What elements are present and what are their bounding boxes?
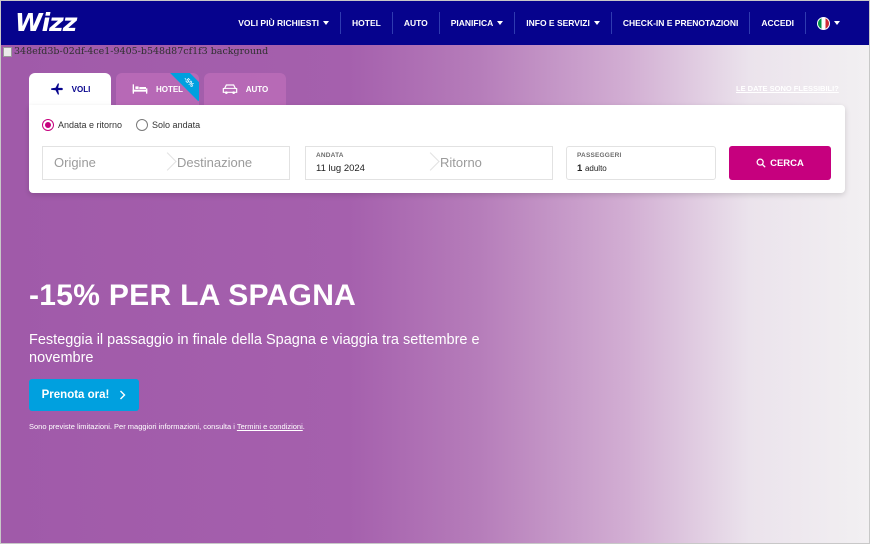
date-fields: ANDATA 11 lug 2024 Ritorno <box>305 146 553 180</box>
destination-input[interactable]: Destinazione <box>177 155 252 170</box>
search-tabs: VOLI HOTEL -5% AUTO <box>29 73 286 105</box>
tab-label: AUTO <box>245 84 269 94</box>
nav-menu: VOLI PIÙ RICHIESTI HOTEL AUTO PIANIFICA … <box>227 1 869 45</box>
return-date-input[interactable]: Ritorno <box>440 155 482 170</box>
tab-label: HOTEL <box>155 84 184 94</box>
departure-label: ANDATA <box>316 152 344 159</box>
search-button-label: CERCA <box>770 157 804 169</box>
nav-item-label: HOTEL <box>352 18 381 28</box>
disclaimer-text: Sono previste limitazioni. Per maggiori … <box>29 422 237 431</box>
radio-empty-icon <box>136 119 149 131</box>
language-selector[interactable] <box>805 12 851 34</box>
nav-item-hotel[interactable]: HOTEL <box>340 12 392 34</box>
chevron-down-icon <box>593 21 600 25</box>
tab-hotel[interactable]: HOTEL -5% <box>116 73 199 105</box>
chevron-down-icon <box>497 21 504 25</box>
passengers-label: PASSEGGERI <box>577 152 622 159</box>
promo-disclaimer: Sono previste limitazioni. Per maggiori … <box>29 422 305 431</box>
browser-viewport: Wizz VOLI PIÙ RICHIESTI HOTEL AUTO PIANI… <box>0 0 870 544</box>
trip-type-selector: Andata e ritorno Solo andata <box>42 119 200 131</box>
promo-subtitle: Festeggia il passaggio in finale della S… <box>29 332 480 366</box>
origin-input[interactable]: Origine <box>54 155 96 170</box>
nav-item-accedi[interactable]: ACCEDI <box>749 12 805 34</box>
tab-voli[interactable]: VOLI <box>29 73 111 105</box>
nav-item-auto[interactable]: AUTO <box>391 12 439 34</box>
passengers-count: 1 <box>577 163 583 174</box>
passengers-unit: adulto <box>584 164 607 173</box>
chevron-down-icon <box>834 21 840 25</box>
radio-round-trip[interactable]: Andata e ritorno <box>42 119 122 131</box>
nav-item-pianifica[interactable]: PIANIFICA <box>438 12 515 34</box>
nav-item-info-e-servizi[interactable]: INFO E SERVIZI <box>514 12 611 34</box>
chevron-right-icon <box>161 147 171 181</box>
chevron-down-icon <box>323 21 329 25</box>
radio-label: Andata e ritorno <box>58 120 123 130</box>
badge-label: -5% <box>182 75 196 89</box>
route-fields: Origine Destinazione <box>42 146 290 180</box>
passengers-field[interactable]: PASSEGGERI 1 adulto <box>566 146 716 180</box>
flight-search-form: Andata e ritorno Solo andata Origine Des… <box>29 105 845 193</box>
car-icon <box>222 84 238 94</box>
passengers-value: 1 adulto <box>577 163 607 174</box>
flexible-dates-link[interactable]: LE DATE SONO FLESSIBILI? <box>736 84 839 93</box>
promo-title: -15% PER LA SPAGNA <box>29 279 357 312</box>
radio-label: Solo andata <box>152 120 201 130</box>
italy-flag-icon <box>817 16 830 30</box>
broken-image-icon <box>3 46 12 57</box>
nav-item-label: PIANIFICA <box>450 18 494 28</box>
search-icon <box>756 158 766 168</box>
chevron-right-icon <box>424 147 434 181</box>
nav-item-label: ACCEDI <box>761 18 794 28</box>
image-alt-text: 348efd3b-02df-4ce1-9405-b548d87cf1f3 bac… <box>14 46 269 57</box>
nav-item-label: INFO E SERVIZI <box>526 18 590 28</box>
top-navigation: Wizz VOLI PIÙ RICHIESTI HOTEL AUTO PIANI… <box>1 1 869 45</box>
radio-one-way[interactable]: Solo andata <box>136 119 200 131</box>
nav-item-label: AUTO <box>403 18 428 28</box>
chevron-right-icon <box>120 390 126 400</box>
tab-auto[interactable]: AUTO <box>204 73 286 105</box>
radio-selected-icon <box>42 119 54 131</box>
broken-background-image: 348efd3b-02df-4ce1-9405-b548d87cf1f3 bac… <box>3 46 268 57</box>
nav-item-check-in[interactable]: CHECK-IN E PRENOTAZIONI <box>610 12 750 34</box>
plane-icon <box>50 83 63 95</box>
nav-item-label: VOLI PIÙ RICHIESTI <box>238 18 319 28</box>
nav-item-label: CHECK-IN E PRENOTAZIONI <box>622 18 739 28</box>
disclaimer-end: . <box>302 422 305 431</box>
nav-item-voli-piu-richiesti[interactable]: VOLI PIÙ RICHIESTI <box>227 12 340 34</box>
tab-label: VOLI <box>71 84 91 94</box>
wizz-logo[interactable]: Wizz <box>15 10 77 36</box>
cta-label: Prenota ora! <box>41 389 110 401</box>
search-button[interactable]: CERCA <box>729 146 831 180</box>
departure-value: 11 lug 2024 <box>316 163 365 174</box>
bed-icon <box>132 84 148 94</box>
book-now-button[interactable]: Prenota ora! <box>29 379 139 411</box>
terms-link[interactable]: Termini e condizioni <box>237 422 303 431</box>
